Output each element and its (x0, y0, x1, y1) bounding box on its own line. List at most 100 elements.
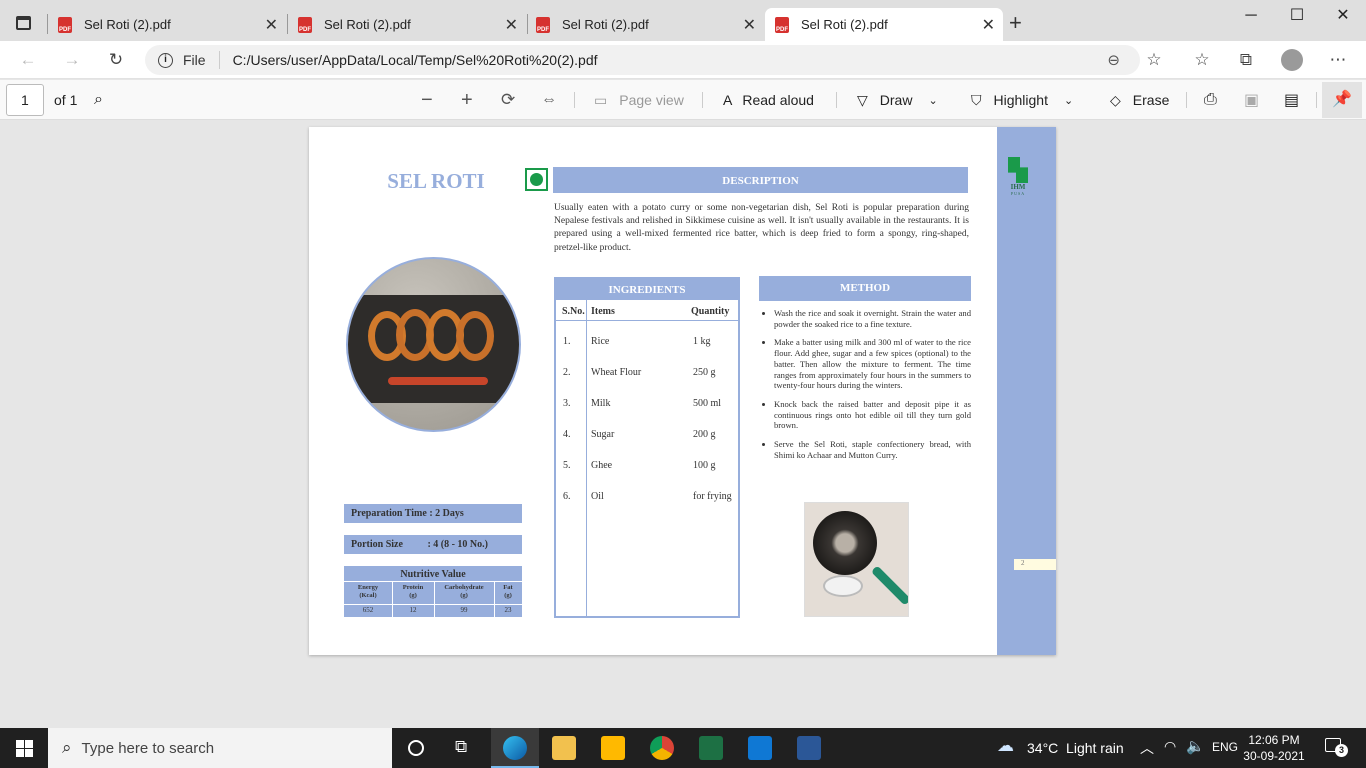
ingredient-no: 4. (563, 429, 571, 440)
new-tab-button[interactable]: + (1009, 10, 1022, 36)
chevron-down-icon[interactable]: ⌄ (928, 94, 937, 107)
close-icon[interactable]: ✕ (265, 15, 278, 35)
tab-title: Sel Roti (2).pdf (84, 17, 171, 32)
windows-start-icon[interactable] (16, 740, 33, 757)
collections-icon[interactable]: ⧉ (1234, 48, 1258, 72)
weather-icon[interactable]: ☁ (997, 736, 1014, 756)
col-quantity: Quantity (691, 306, 730, 317)
close-icon[interactable]: ✕ (982, 15, 995, 35)
chevron-down-icon[interactable]: ⌄ (1064, 94, 1073, 107)
search-icon: ⌕ (62, 738, 72, 757)
ingredients-table: S.No. Items Quantity 1. Rice 1 kg 2. Wheat … (554, 300, 740, 618)
highlight-label: Highlight (993, 92, 1048, 108)
nutrition-col-energy: Energy (Kcal) (357, 584, 379, 599)
search-icon[interactable]: ⌕ (94, 80, 103, 120)
tab-actions-icon[interactable] (16, 16, 31, 30)
maximize-button[interactable]: ☐ (1274, 4, 1320, 28)
store-icon[interactable] (601, 736, 625, 760)
page-number-tag: 2 (1014, 559, 1056, 570)
forward-icon[interactable]: → (60, 48, 84, 72)
nutrition-value-energy: 652 (362, 606, 374, 614)
page-number-input[interactable]: 1 (6, 84, 44, 116)
ingredient-no: 1. (563, 336, 571, 347)
zoom-in-icon[interactable]: + (461, 80, 473, 120)
ingredient-item: Oil (591, 491, 604, 502)
pdf-icon: PDF (298, 16, 312, 33)
nutrition-table: Nutritive Value Energy (Kcal) Protein (g) … (344, 566, 522, 617)
back-icon[interactable]: ← (16, 48, 40, 72)
pin-icon: 📌 (1332, 91, 1352, 108)
close-icon[interactable]: ✕ (743, 15, 756, 35)
page-side-band (997, 127, 1056, 655)
read-aloud-button[interactable]: A Read aloud (723, 80, 814, 120)
portion-size: Portion Size : 4 (8 - 10 No.) (344, 535, 522, 554)
zoom-out-icon[interactable]: ⊖ (1107, 51, 1120, 69)
tab-4-active[interactable]: PDF Sel Roti (2).pdf ✕ (765, 8, 1003, 41)
tab-title: Sel Roti (2).pdf (562, 17, 649, 32)
zoom-out-icon[interactable]: − (421, 80, 433, 120)
nutrition-col-fat: Fat (g) (503, 584, 513, 599)
fit-page-icon[interactable]: ⇔ (541, 80, 557, 120)
pdf-toolbar: 1 of 1 ⌕ − + ⟳ ⇔ ▭ Page view A Read alou… (0, 80, 1366, 120)
url-field[interactable]: i File C:/Users/user/AppData/Local/Temp/… (145, 45, 1140, 75)
language-indicator[interactable]: ENG (1212, 740, 1238, 754)
ingredient-qty: for frying (693, 491, 732, 502)
recipe-title: SEL ROTI (387, 169, 485, 193)
word-icon[interactable] (797, 736, 821, 760)
save-icon[interactable]: ▣ (1244, 80, 1259, 120)
sel-roti-photo (346, 257, 521, 432)
network-icon[interactable]: ◠ (1164, 738, 1176, 755)
tab-3[interactable]: PDF Sel Roti (2).pdf ✕ (528, 8, 764, 41)
read-aloud-icon: A (723, 92, 733, 108)
portion-size-label: Portion Size (351, 539, 403, 550)
rotate-icon[interactable]: ⟳ (501, 80, 515, 120)
nutrition-col-carbohydrate: Carbohydrate (g) (444, 584, 484, 599)
refresh-icon[interactable]: ↻ (104, 48, 128, 72)
profile-avatar[interactable] (1281, 49, 1303, 71)
ingredient-qty: 500 ml (693, 398, 722, 409)
method-step: Knock back the raised batter and deposit… (774, 399, 971, 431)
pdf-icon: PDF (775, 16, 789, 33)
chevron-up-icon[interactable]: ︿ (1140, 738, 1154, 758)
favorites-icon[interactable]: ☆ (1190, 48, 1214, 72)
taskbar: ⌕ Type here to search ⧉ ☁ 34°C Light rai… (0, 728, 1366, 768)
tab-1[interactable]: PDF Sel Roti (2).pdf ✕ (48, 8, 286, 41)
page-view-button[interactable]: ▭ Page view (594, 80, 684, 120)
close-icon[interactable]: ✕ (505, 15, 518, 35)
favorite-add-icon[interactable]: ☆ (1142, 48, 1166, 72)
ingredients-heading: INGREDIENTS (554, 277, 740, 300)
page-view-icon: ▭ (594, 91, 608, 108)
close-window-button[interactable]: ✕ (1320, 4, 1366, 28)
clock[interactable]: 12:06 PM 30-09-2021 (1242, 732, 1306, 764)
draw-label: Draw (879, 92, 913, 108)
excel-icon[interactable] (699, 736, 723, 760)
mail-icon[interactable] (748, 736, 772, 760)
pin-toolbar-button[interactable]: 📌 (1322, 82, 1362, 118)
taskbar-search-box[interactable]: ⌕ Type here to search (48, 728, 392, 768)
ihm-logo-subtext: PUSA (1010, 191, 1026, 196)
nutrition-value-protein: 12 (409, 606, 417, 614)
volume-icon[interactable]: 🔈 (1186, 737, 1205, 755)
more-icon[interactable]: ⋯ (1326, 48, 1350, 72)
page-count: of 1 (54, 92, 78, 108)
minimize-button[interactable]: ─ (1228, 4, 1274, 28)
search-placeholder: Type here to search (81, 739, 215, 757)
ihm-logo: IHM PUSA (1006, 157, 1030, 196)
chrome-icon[interactable] (650, 736, 674, 760)
save-as-icon[interactable]: ▤ (1284, 80, 1299, 120)
clock-time: 12:06 PM (1248, 733, 1300, 747)
highlight-button[interactable]: ⛉ Highlight ⌄ (971, 80, 1073, 120)
url-text[interactable]: C:/Users/user/AppData/Local/Temp/Sel%20R… (233, 52, 598, 68)
task-view-icon[interactable]: ⧉ (455, 737, 467, 757)
method-step: Wash the rice and soak it overnight. Str… (774, 308, 971, 329)
edge-icon[interactable] (503, 736, 527, 760)
file-explorer-icon[interactable] (552, 736, 576, 760)
cortana-icon[interactable] (408, 740, 424, 756)
info-icon[interactable]: i (158, 52, 173, 68)
draw-button[interactable]: ▽ Draw ⌄ (857, 80, 938, 120)
tab-2[interactable]: PDF Sel Roti (2).pdf ✕ (288, 8, 526, 41)
print-icon[interactable]: ⎙ (1204, 80, 1217, 120)
erase-button[interactable]: ◇ Erase (1110, 80, 1169, 120)
clock-date: 30-09-2021 (1243, 749, 1305, 763)
weather-text[interactable]: 34°C Light rain (1027, 740, 1124, 756)
